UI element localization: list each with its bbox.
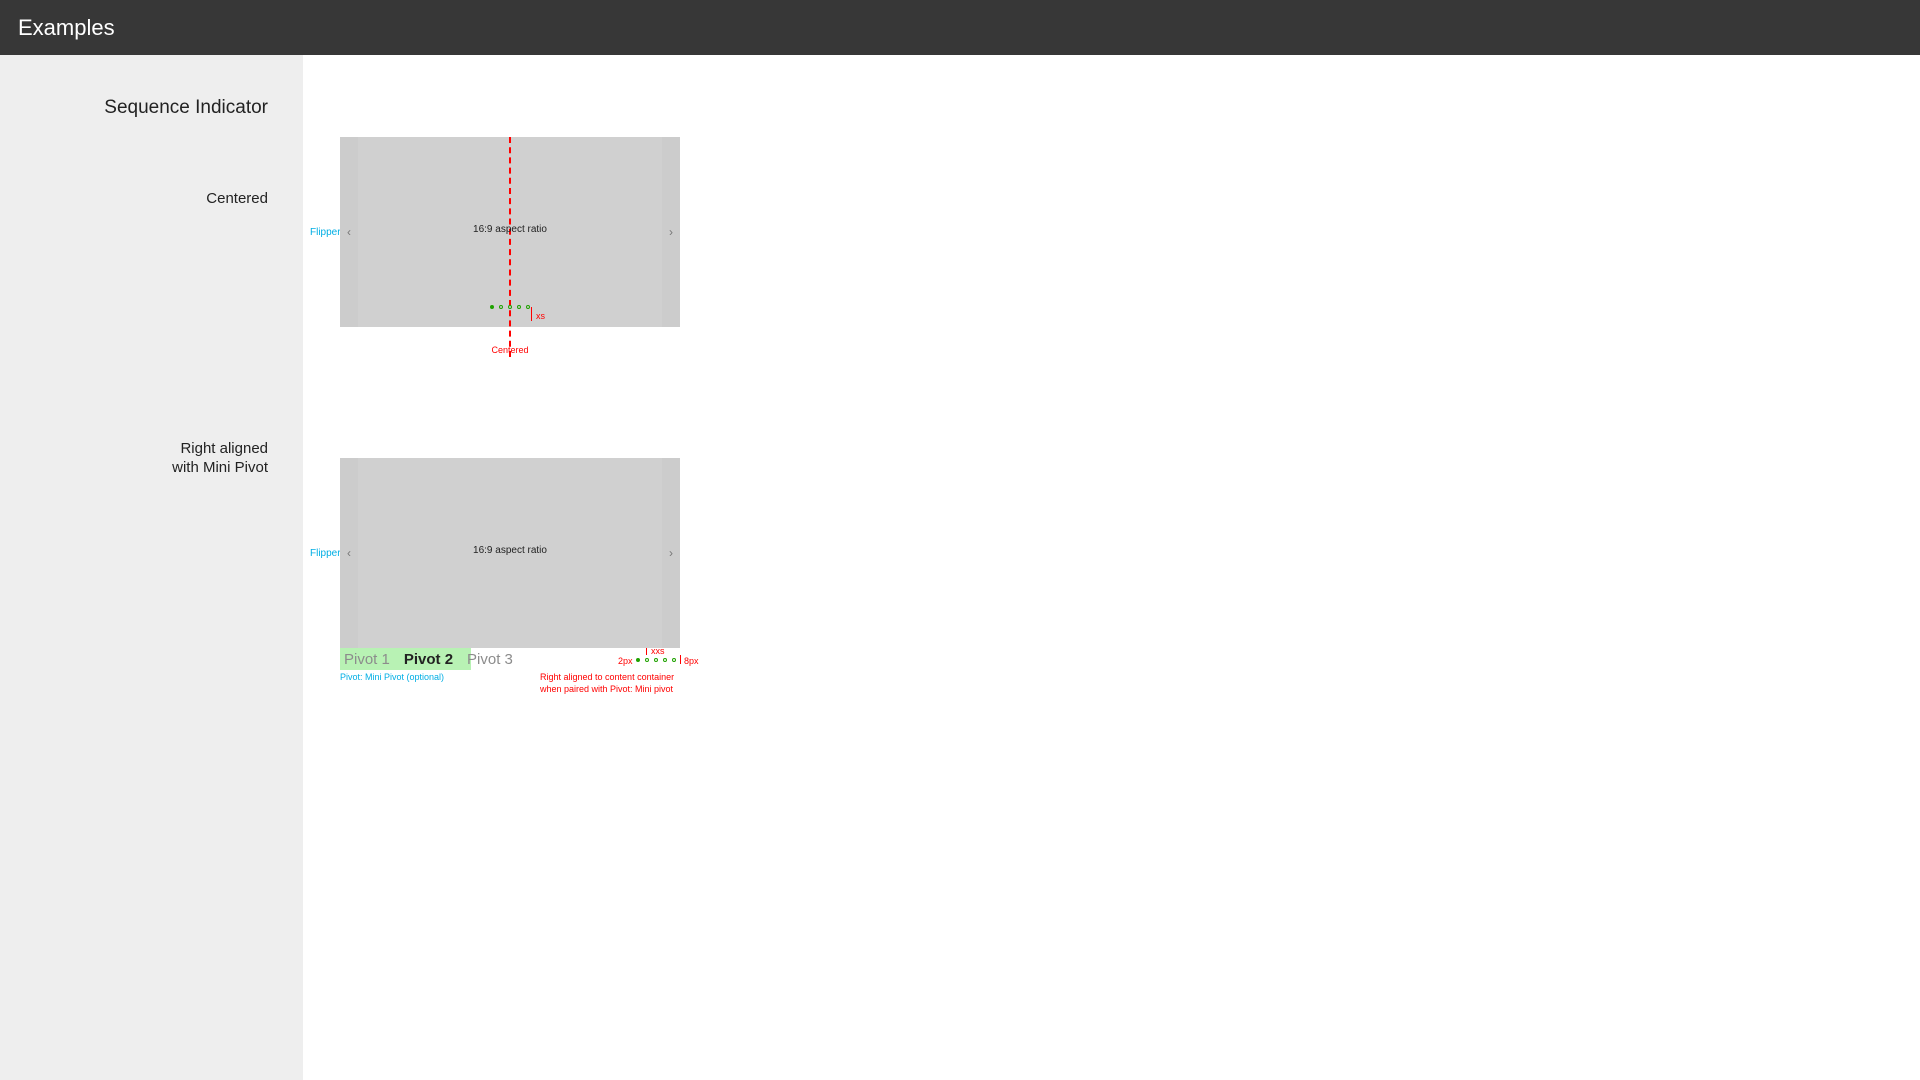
chevron-left-icon[interactable]: ‹ <box>340 225 358 239</box>
dot[interactable] <box>663 658 667 662</box>
dot-active[interactable] <box>636 658 640 662</box>
dot-active[interactable] <box>490 305 494 309</box>
dot[interactable] <box>517 305 521 309</box>
right-gap-tick <box>680 655 681 664</box>
chevron-right-icon[interactable]: › <box>662 546 680 560</box>
left-gap-anno: 2px <box>618 656 633 666</box>
center-guideline <box>509 137 511 357</box>
page-title: Examples <box>18 15 115 41</box>
chevron-left-icon[interactable]: ‹ <box>340 546 358 560</box>
aspect-label: 16:9 aspect ratio <box>340 224 680 235</box>
example-label-right-1: Right aligned <box>0 439 303 459</box>
pivot-item-1[interactable]: Pivot 1 <box>344 651 390 668</box>
carousel: 16:9 aspect ratio ‹ › xs <box>340 137 680 327</box>
example-label-centered: Centered <box>0 189 303 209</box>
top-gap-anno: xxs <box>651 646 665 656</box>
section-title: Sequence Indicator <box>0 97 303 119</box>
canvas: Flipper 16:9 aspect ratio ‹ › xs Centere… <box>303 55 1920 1080</box>
mini-pivot[interactable]: Pivot 1 Pivot 2 Pivot 3 <box>340 650 517 671</box>
dot[interactable] <box>672 658 676 662</box>
sequence-dots-right[interactable] <box>636 658 676 662</box>
pivot-anno: Pivot: Mini Pivot (optional) <box>340 672 444 682</box>
aspect-label: 16:9 aspect ratio <box>340 545 680 556</box>
caption-centered: Centered <box>340 345 680 355</box>
flipper-label: Flipper <box>310 548 341 559</box>
chevron-right-icon[interactable]: › <box>662 225 680 239</box>
label-column: Sequence Indicator Centered Right aligne… <box>0 55 303 1080</box>
caption-right-1: Right aligned to content container <box>540 672 674 682</box>
caption-right-2: when paired with Pivot: Mini pivot <box>540 684 673 694</box>
sequence-dots-centered[interactable] <box>490 305 530 309</box>
right-gap-anno: 8px <box>684 656 699 666</box>
example-right-aligned: Flipper 16:9 aspect ratio ‹ › Pivot 1 Pi… <box>340 458 680 648</box>
top-bar: Examples <box>0 0 1920 55</box>
top-gap-tick <box>646 648 647 655</box>
dot[interactable] <box>526 305 530 309</box>
dot[interactable] <box>654 658 658 662</box>
spacing-tick <box>531 307 532 321</box>
example-centered: Flipper 16:9 aspect ratio ‹ › xs Centere… <box>340 137 680 327</box>
pivot-item-3[interactable]: Pivot 3 <box>467 651 513 668</box>
dot[interactable] <box>508 305 512 309</box>
spacing-anno: xs <box>536 311 545 321</box>
body: Sequence Indicator Centered Right aligne… <box>0 55 1920 1080</box>
flipper-label: Flipper <box>310 227 341 238</box>
pivot-item-2-active[interactable]: Pivot 2 <box>404 651 453 668</box>
dot[interactable] <box>645 658 649 662</box>
dot[interactable] <box>499 305 503 309</box>
example-label-right-2: with Mini Pivot <box>0 458 303 478</box>
carousel: 16:9 aspect ratio ‹ › <box>340 458 680 648</box>
